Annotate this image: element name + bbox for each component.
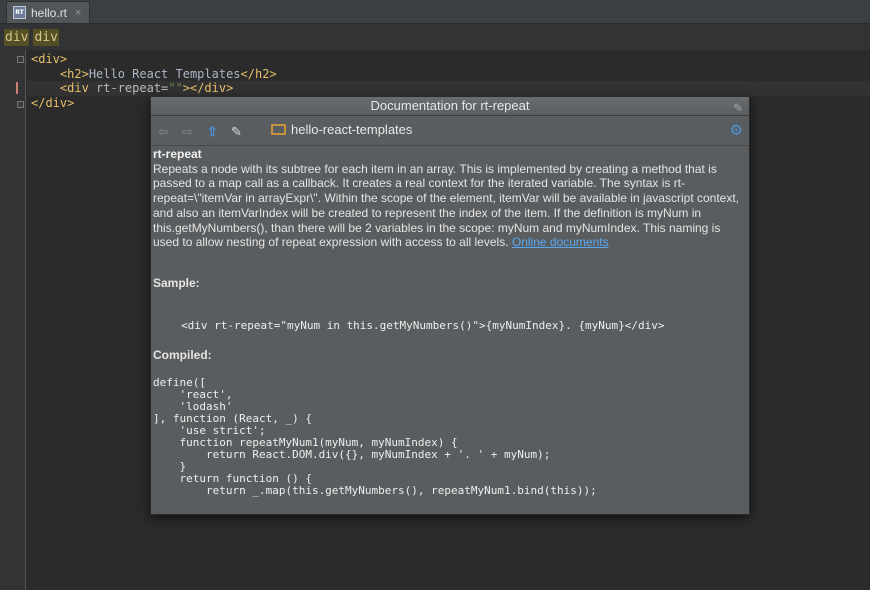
compiled-code: define([ 'react', 'lodash' ], function (…	[153, 376, 597, 498]
arrow-left-icon[interactable]: ⇦	[158, 124, 169, 140]
doc-toolbar: ⇦ ⇨ ⇧ ✎ hello-react-templates ⚙	[151, 116, 749, 146]
sample-code: <div rt-repeat="myNum in this.getMyNumbe…	[181, 318, 665, 332]
arrow-right-icon[interactable]: ⇨	[182, 124, 193, 140]
doc-description: Repeats a node with its subtree for each…	[153, 161, 740, 250]
editor-tab-bar: RT hello.rt ×	[0, 0, 870, 24]
documentation-popup: Documentation for rt-repeat ✎ ⇦ ⇨ ⇧ ✎ he…	[150, 96, 750, 515]
pin-icon[interactable]: ✎	[733, 99, 743, 117]
gear-icon[interactable]: ⚙	[730, 121, 743, 139]
breadcrumb-item-div[interactable]: div	[4, 28, 30, 46]
doc-heading: rt-repeat	[153, 147, 202, 161]
compiled-label: Compiled:	[153, 347, 212, 362]
sample-label: Sample:	[153, 275, 200, 290]
code-line: <div>	[31, 52, 68, 66]
arrow-up-icon[interactable]: ⇧	[207, 124, 218, 140]
breadcrumb-item-div[interactable]: div	[33, 28, 59, 46]
popup-title: Documentation for rt-repeat	[370, 98, 530, 113]
tab-label: hello.rt	[31, 5, 68, 20]
rt-file-icon: RT	[13, 6, 26, 19]
code-line: <h2>Hello React Templates</h2>	[59, 67, 277, 81]
doc-folder-label: hello-react-templates	[291, 122, 413, 137]
fold-icon[interactable]	[17, 56, 24, 63]
breadcrumb: div div	[0, 24, 870, 50]
tab-hello-rt[interactable]: RT hello.rt ×	[6, 1, 90, 23]
code-line: </div>	[31, 96, 75, 110]
code-line: <div rt-repeat=""></div>	[59, 81, 234, 95]
folder-icon	[271, 124, 286, 135]
close-icon[interactable]: ×	[75, 7, 81, 19]
fold-icon[interactable]	[17, 101, 24, 108]
doc-content: rt-repeat Repeats a node with its subtre…	[151, 146, 749, 497]
change-marker	[16, 82, 18, 94]
online-documents-link[interactable]: Online documents	[512, 235, 609, 249]
popup-titlebar[interactable]: Documentation for rt-repeat ✎	[151, 97, 749, 116]
edit-source-icon[interactable]: ✎	[231, 124, 242, 140]
editor-gutter	[0, 50, 26, 590]
